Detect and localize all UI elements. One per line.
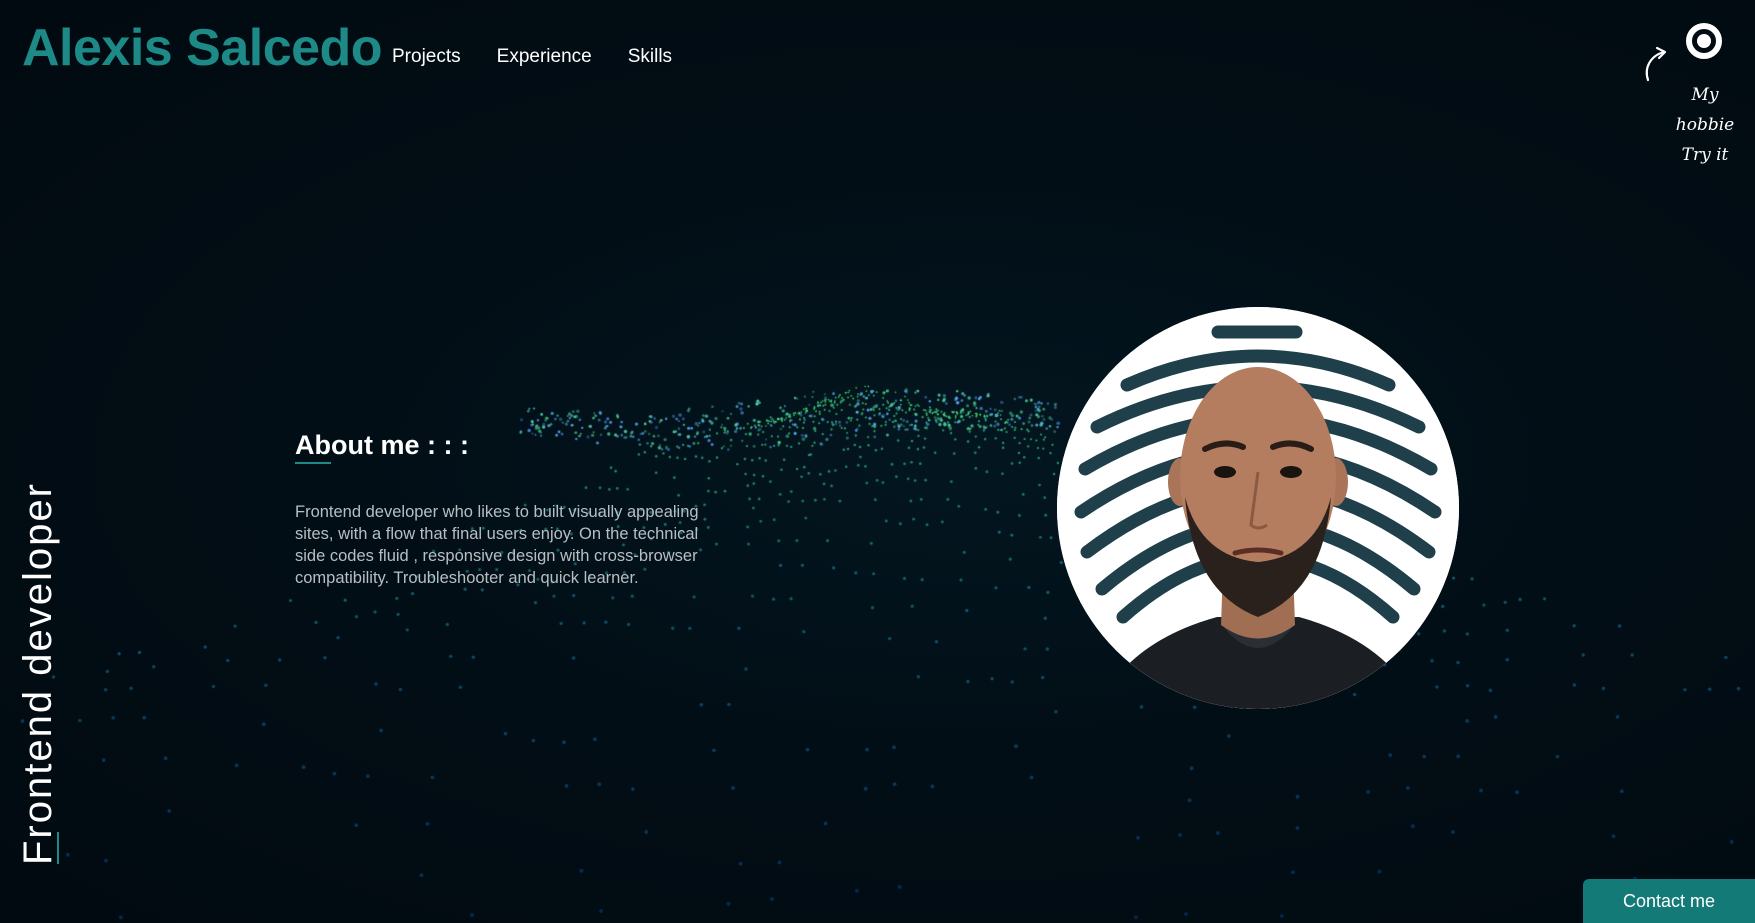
hobbie-line-2: Try it xyxy=(1681,145,1729,165)
about-heading: About me : : : xyxy=(295,430,469,460)
portfolio-page: Alexis Salcedo Projects Experience Skill… xyxy=(0,0,1755,923)
cursor-bar xyxy=(57,832,59,864)
about-underline xyxy=(295,462,331,464)
hobbie-line-1: My hobbie xyxy=(1675,85,1735,135)
ring-icon[interactable] xyxy=(1686,23,1722,59)
main-nav: Projects Experience Skills xyxy=(392,46,672,68)
avatar-illustration xyxy=(1057,307,1459,709)
nav-experience[interactable]: Experience xyxy=(497,46,592,68)
nav-projects[interactable]: Projects xyxy=(392,46,461,68)
about-text: Frontend developer who likes to built vi… xyxy=(295,502,699,587)
nav-skills[interactable]: Skills xyxy=(628,46,672,68)
profile-avatar xyxy=(1057,307,1459,709)
hobbie-caption[interactable]: My hobbie Try it xyxy=(1660,80,1750,170)
hobbie-widget: My hobbie Try it xyxy=(1640,18,1750,165)
brand-name[interactable]: Alexis Salcedo xyxy=(22,14,383,82)
vertical-role-title: Frontend developer xyxy=(16,482,60,865)
curved-arrow-icon xyxy=(1645,46,1667,82)
particle-wave-background xyxy=(0,0,1755,923)
contact-button[interactable]: Contact me xyxy=(1583,879,1755,923)
